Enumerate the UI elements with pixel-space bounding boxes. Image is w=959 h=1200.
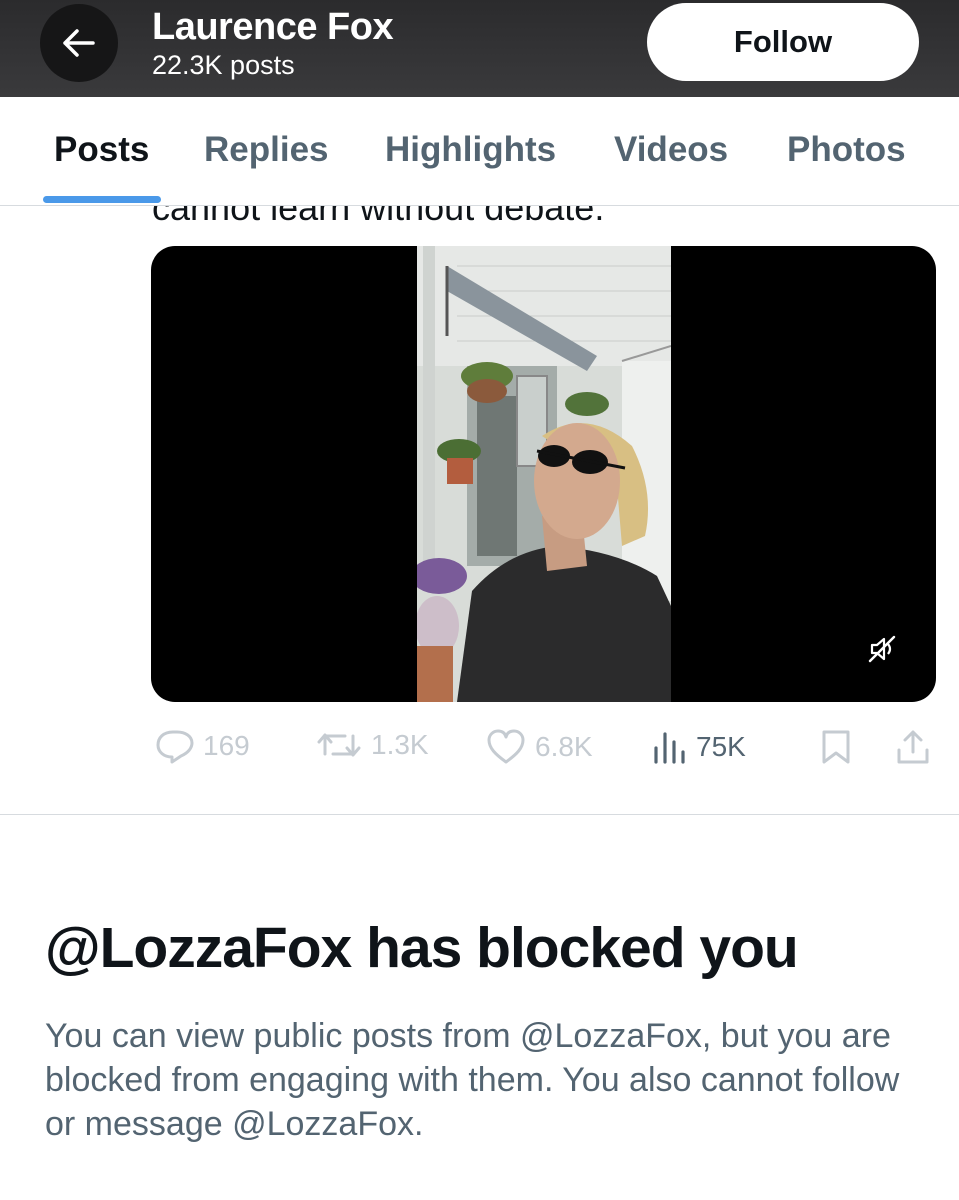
speaker-muted-icon xyxy=(868,635,896,663)
mute-button[interactable] xyxy=(865,632,899,666)
profile-header: Laurence Fox 22.3K posts Follow xyxy=(0,0,959,97)
section-divider xyxy=(0,814,959,815)
tab-photos[interactable]: Photos xyxy=(787,130,906,170)
post-text: cannot learn without debate. xyxy=(152,206,605,228)
tab-highlights[interactable]: Highlights xyxy=(385,130,556,170)
active-tab-indicator xyxy=(43,196,161,203)
reply-icon xyxy=(156,730,194,764)
repost-count: 1.3K xyxy=(371,729,429,760)
tab-videos[interactable]: Videos xyxy=(614,130,728,170)
like-count: 6.8K xyxy=(535,731,593,762)
block-notice-description: You can view public posts from @LozzaFox… xyxy=(45,1017,900,1143)
post-video[interactable] xyxy=(151,246,936,702)
post-text-clip: cannot learn without debate. xyxy=(0,206,959,232)
repost-action[interactable]: 1.3K xyxy=(315,728,429,762)
share-action[interactable] xyxy=(895,728,931,766)
posts-count: 22.3K posts xyxy=(152,50,295,80)
heart-icon xyxy=(487,729,525,764)
profile-tabs: Posts Replies Highlights Videos Photos xyxy=(0,97,959,206)
back-button[interactable] xyxy=(40,4,118,82)
block-notice-title: @LozzaFox has blocked you xyxy=(45,916,799,980)
like-action[interactable]: 6.8K xyxy=(485,728,593,766)
arrow-left-icon xyxy=(63,29,95,57)
view-count: 75K xyxy=(696,731,746,762)
tab-replies[interactable]: Replies xyxy=(204,130,329,170)
share-icon xyxy=(897,730,929,764)
post-actions: 169 1.3K 6.8K 75K xyxy=(0,720,959,780)
tab-posts[interactable]: Posts xyxy=(54,130,149,170)
profile-name: Laurence Fox xyxy=(152,6,394,48)
video-scene-image xyxy=(417,246,671,702)
bookmark-icon xyxy=(822,730,850,764)
follow-button[interactable]: Follow xyxy=(647,3,919,81)
reply-count: 169 xyxy=(203,730,250,761)
reply-action[interactable]: 169 xyxy=(155,728,250,764)
repost-icon xyxy=(317,733,361,757)
views-action[interactable]: 75K xyxy=(652,728,746,766)
views-chart-icon xyxy=(654,732,685,764)
video-frame xyxy=(417,246,671,702)
bookmark-action[interactable] xyxy=(820,728,852,766)
